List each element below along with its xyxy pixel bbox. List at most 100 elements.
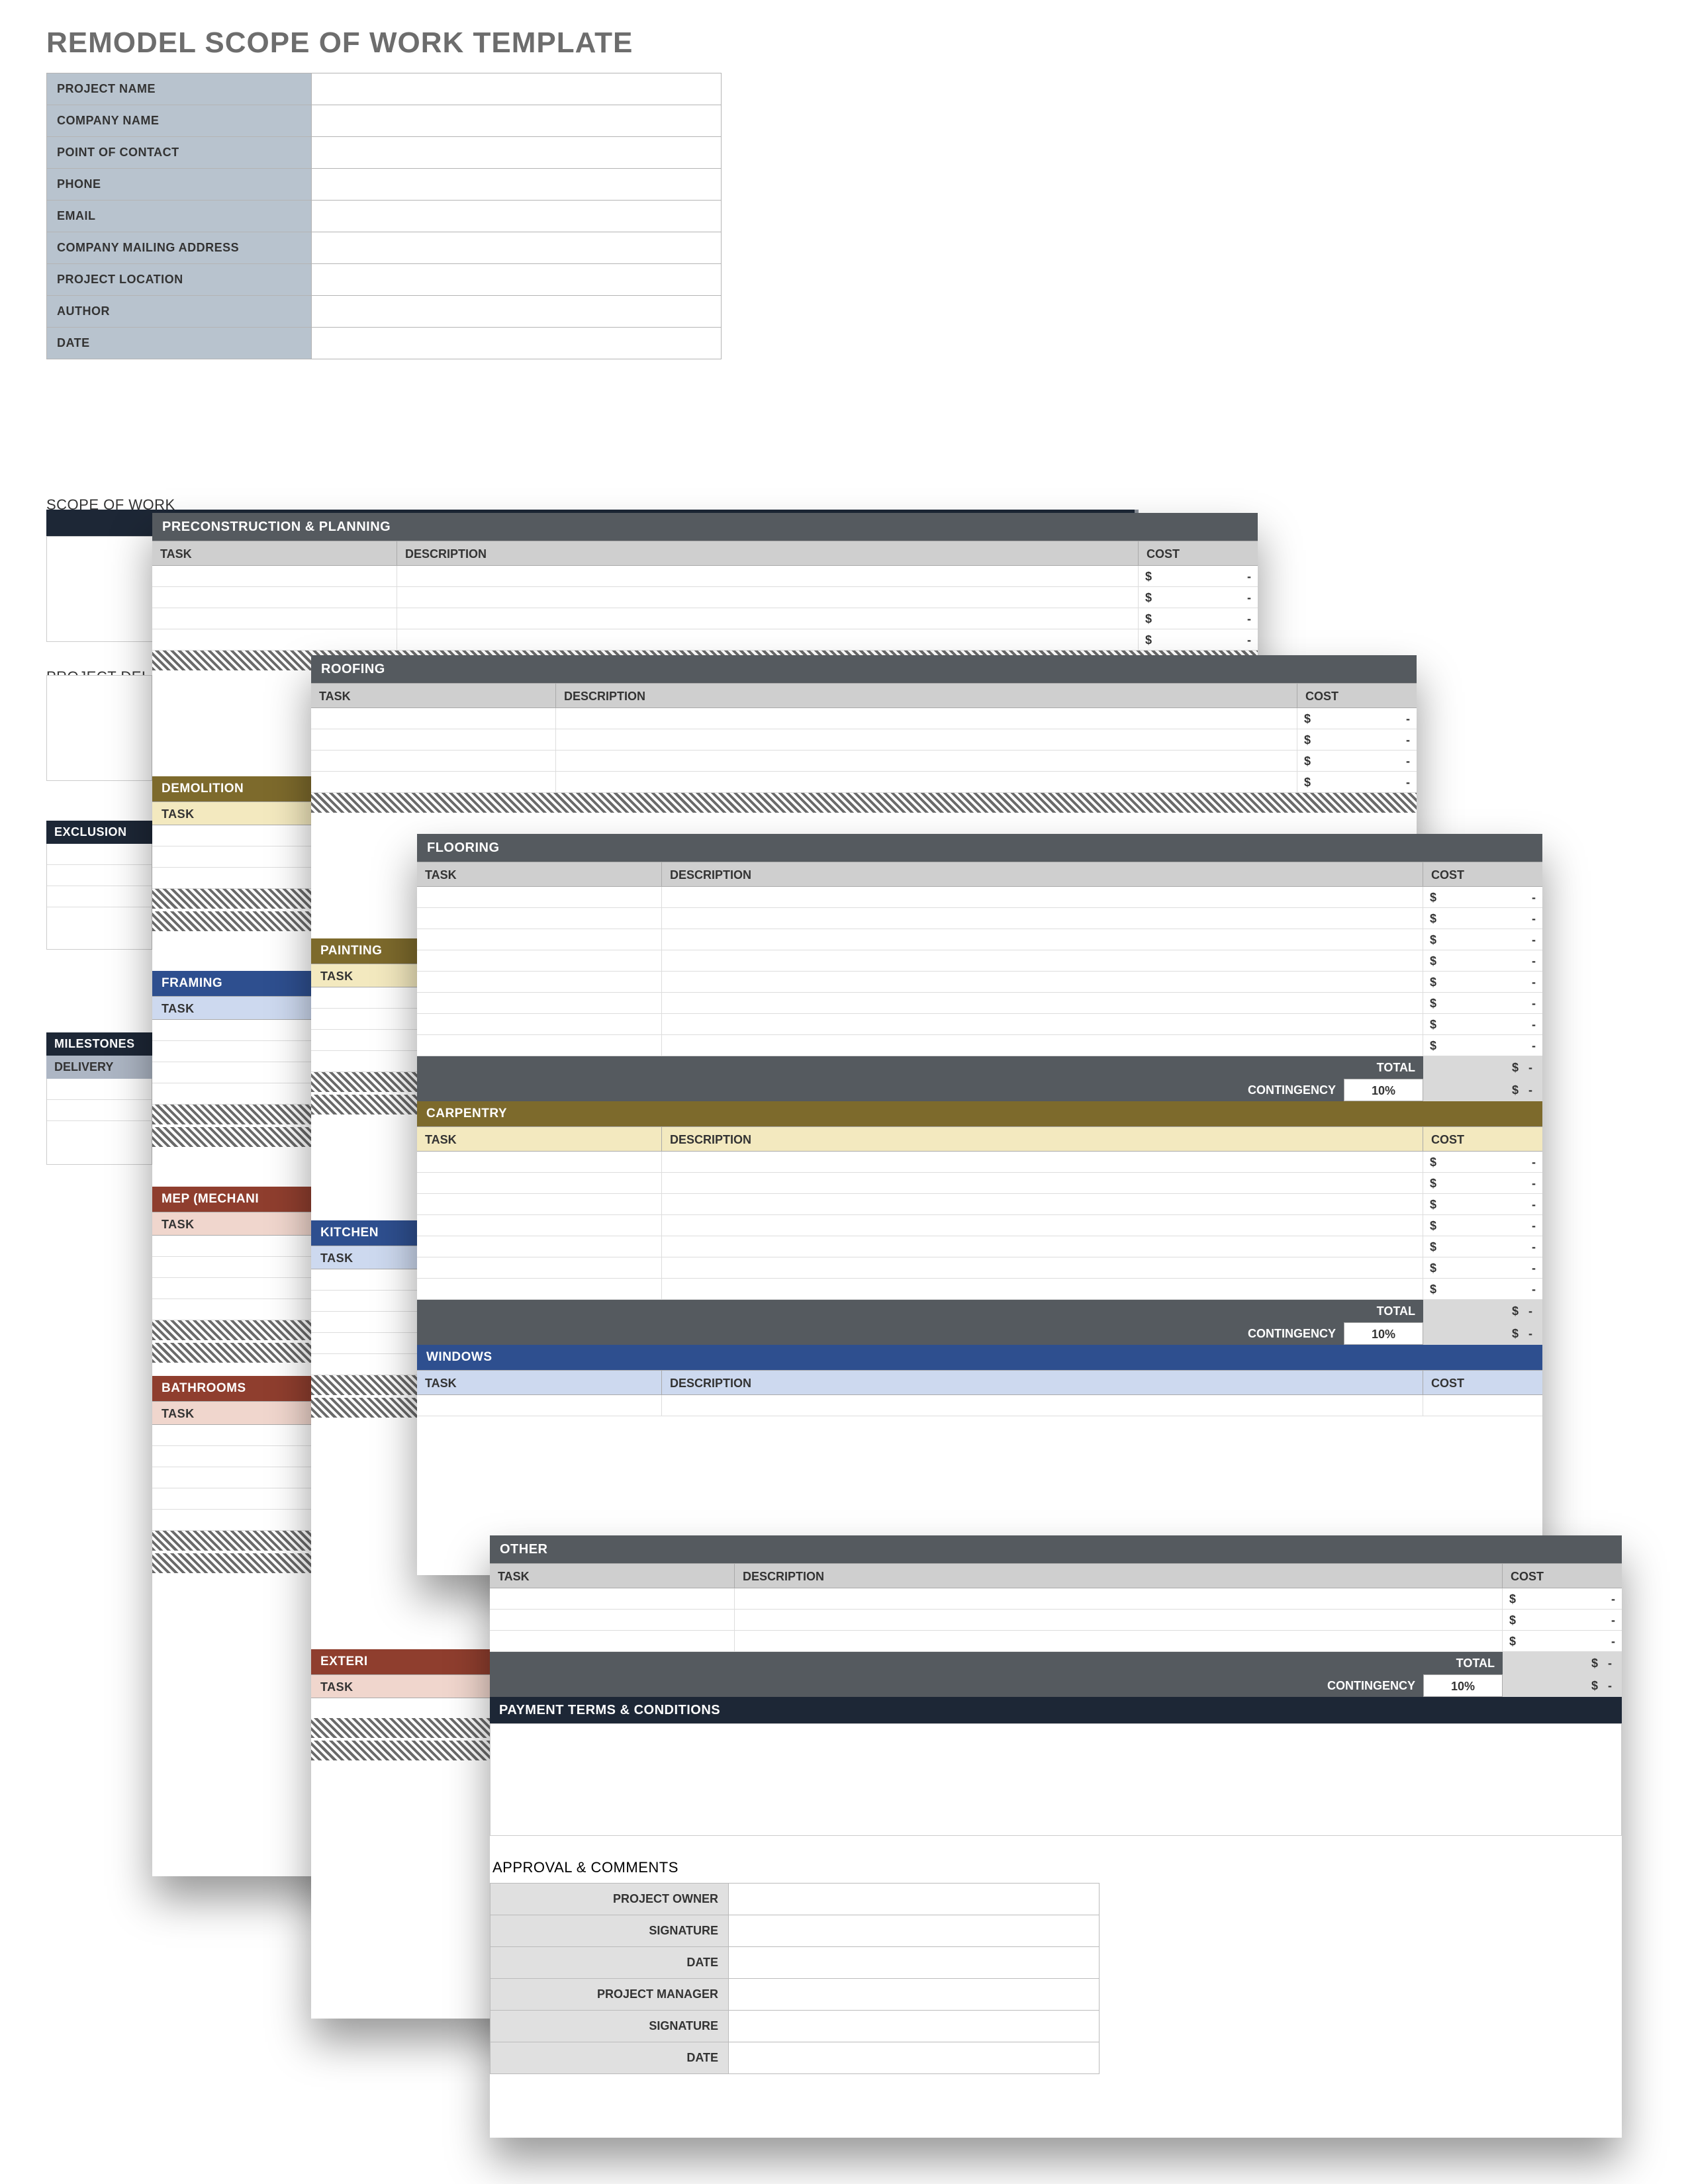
- table-row[interactable]: $-: [417, 887, 1542, 908]
- currency: $: [1512, 1083, 1519, 1097]
- total-label: TOTAL: [490, 1652, 1503, 1674]
- table-row[interactable]: $-: [417, 908, 1542, 929]
- approval-value[interactable]: [729, 2011, 1100, 2042]
- exclusions-body[interactable]: [46, 844, 152, 950]
- column-headers: TASK DESCRIPTION COST: [311, 683, 1417, 708]
- divider: [311, 793, 1417, 813]
- table-row[interactable]: $-: [490, 1631, 1622, 1652]
- table-row[interactable]: $-: [490, 1588, 1622, 1610]
- dash: -: [1608, 1657, 1612, 1670]
- page-title: REMODEL SCOPE OF WORK TEMPLATE: [0, 0, 1688, 73]
- contingency-label: CONTINGENCY: [490, 1674, 1423, 1697]
- info-value[interactable]: [312, 201, 722, 232]
- info-key: PROJECT NAME: [47, 73, 312, 105]
- col-desc: DESCRIPTION: [662, 1127, 1423, 1151]
- flooring-total-row: TOTAL $ -: [417, 1056, 1542, 1079]
- currency: $: [1591, 1679, 1598, 1692]
- table-row[interactable]: $-: [417, 1236, 1542, 1257]
- task-label: TASK: [162, 1402, 195, 1424]
- table-row[interactable]: $-: [417, 1152, 1542, 1173]
- table-row[interactable]: $-: [311, 751, 1417, 772]
- approval-value[interactable]: [729, 1915, 1100, 1947]
- table-row[interactable]: $-: [417, 972, 1542, 993]
- table-row[interactable]: $-: [417, 929, 1542, 950]
- approval-key: PROJECT OWNER: [491, 1884, 729, 1915]
- currency: $: [1512, 1327, 1519, 1340]
- dash: -: [1528, 1061, 1532, 1074]
- info-value[interactable]: [312, 137, 722, 169]
- col-cost: COST: [1423, 1371, 1542, 1394]
- info-value[interactable]: [312, 169, 722, 201]
- col-task: TASK: [490, 1564, 735, 1588]
- info-key: PROJECT LOCATION: [47, 264, 312, 296]
- table-row[interactable]: $-: [490, 1610, 1622, 1631]
- contingency-pct[interactable]: 10%: [1344, 1079, 1423, 1101]
- flooring-contingency-row: CONTINGENCY 10% $ -: [417, 1079, 1542, 1101]
- info-key: PHONE: [47, 169, 312, 201]
- column-headers: TASK DESCRIPTION COST: [490, 1563, 1622, 1588]
- info-value[interactable]: [312, 328, 722, 359]
- col-task: TASK: [417, 1371, 662, 1394]
- exclusions-header: EXCLUSION: [46, 821, 152, 844]
- sheet-3: FLOORING TASK DESCRIPTION COST $-$-$-$-$…: [417, 834, 1542, 1575]
- approval-table: PROJECT OWNERSIGNATUREDATEPROJECT MANAGE…: [490, 1883, 1100, 2074]
- table-row[interactable]: $-: [152, 587, 1258, 608]
- table-row[interactable]: $-: [417, 1035, 1542, 1056]
- table-row[interactable]: [417, 1395, 1542, 1416]
- approval-label: APPROVAL & COMMENTS: [492, 1859, 1622, 1876]
- table-row[interactable]: $-: [311, 729, 1417, 751]
- table-row[interactable]: $-: [417, 950, 1542, 972]
- milestones-sub: DELIVERY: [46, 1056, 152, 1079]
- table-row[interactable]: $-: [417, 1194, 1542, 1215]
- task-label: TASK: [162, 1212, 195, 1235]
- approval-value[interactable]: [729, 1979, 1100, 2011]
- dash: -: [1528, 1083, 1532, 1097]
- table-row[interactable]: $-: [152, 629, 1258, 651]
- other-total-row: TOTAL $ -: [490, 1652, 1622, 1674]
- info-value[interactable]: [312, 105, 722, 137]
- table-row[interactable]: $-: [152, 608, 1258, 629]
- col-desc: DESCRIPTION: [662, 1371, 1423, 1394]
- approval-value[interactable]: [729, 2042, 1100, 2074]
- table-row[interactable]: $-: [417, 1215, 1542, 1236]
- approval-key: PROJECT MANAGER: [491, 1979, 729, 2011]
- col-desc: DESCRIPTION: [397, 541, 1139, 565]
- payment-terms-body[interactable]: [490, 1723, 1622, 1836]
- dash: -: [1608, 1679, 1612, 1692]
- table-row[interactable]: $-: [417, 993, 1542, 1014]
- col-task: TASK: [152, 541, 397, 565]
- table-row[interactable]: $-: [311, 772, 1417, 793]
- table-row[interactable]: $-: [417, 1257, 1542, 1279]
- windows-header: WINDOWS: [417, 1345, 1542, 1370]
- info-value[interactable]: [312, 73, 722, 105]
- approval-value[interactable]: [729, 1947, 1100, 1979]
- contingency-pct[interactable]: 10%: [1423, 1674, 1503, 1697]
- table-row[interactable]: $-: [417, 1173, 1542, 1194]
- contingency-pct[interactable]: 10%: [1344, 1322, 1423, 1345]
- column-headers: TASK DESCRIPTION COST: [417, 862, 1542, 887]
- carpentry-cols: TASK DESCRIPTION COST: [417, 1126, 1542, 1152]
- project-deliverables-body[interactable]: [46, 675, 152, 781]
- info-value[interactable]: [312, 296, 722, 328]
- contingency-label: CONTINGENCY: [417, 1079, 1344, 1101]
- table-row[interactable]: $-: [417, 1014, 1542, 1035]
- table-row[interactable]: $-: [311, 708, 1417, 729]
- task-label: TASK: [162, 997, 195, 1019]
- milestones-header: MILESTONES: [46, 1032, 152, 1056]
- col-cost: COST: [1423, 1127, 1542, 1151]
- carpentry-total-row: TOTAL $ -: [417, 1300, 1542, 1322]
- approval-value[interactable]: [729, 1884, 1100, 1915]
- approval-key: SIGNATURE: [491, 1915, 729, 1947]
- table-row[interactable]: $-: [152, 566, 1258, 587]
- currency: $: [1512, 1304, 1519, 1318]
- col-desc: DESCRIPTION: [662, 862, 1423, 886]
- task-label: TASK: [320, 964, 353, 987]
- table-row[interactable]: $-: [417, 1279, 1542, 1300]
- task-label: TASK: [162, 802, 195, 825]
- task-label: TASK: [320, 1675, 353, 1698]
- project-info-table: PROJECT NAMECOMPANY NAMEPOINT OF CONTACT…: [46, 73, 722, 359]
- milestones-body[interactable]: [46, 1079, 152, 1165]
- info-value[interactable]: [312, 264, 722, 296]
- col-task: TASK: [417, 862, 662, 886]
- info-value[interactable]: [312, 232, 722, 264]
